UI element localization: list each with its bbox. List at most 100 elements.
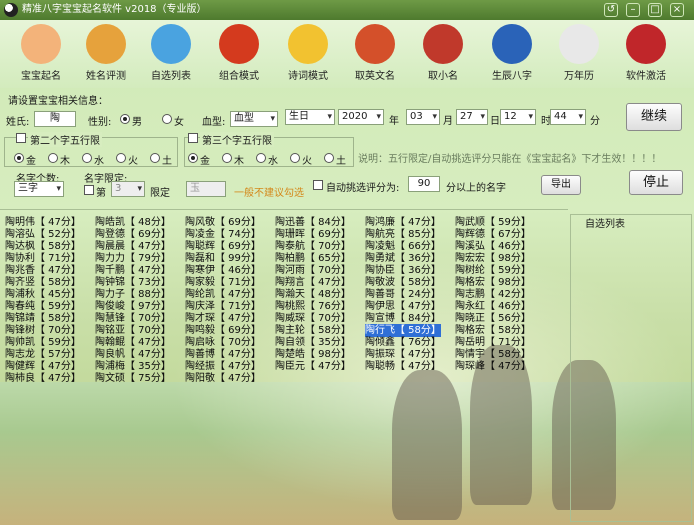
second-char-element-label: 金 [26, 156, 36, 167]
name-result-item[interactable]: 陶琛峰【 47分】 [455, 360, 531, 373]
minute-unit: 分 [590, 116, 600, 127]
app-logo-icon [4, 3, 18, 17]
third-char-element-label: 金 [200, 156, 210, 167]
auto-score-input[interactable]: 90 [408, 176, 440, 192]
day-unit: 日 [490, 116, 500, 127]
name-count-select[interactable]: 三字 [14, 181, 64, 197]
year-unit: 年 [389, 116, 399, 127]
name-result-item[interactable]: 陶聪畅【 47分】 [365, 360, 441, 373]
limit-char-input[interactable]: 玉 [186, 181, 226, 197]
settings-title: 请设置宝宝相关信息： [8, 96, 108, 107]
second-char-element-radio[interactable] [82, 153, 92, 163]
hour-select[interactable]: 12 [500, 109, 536, 125]
limit-pos-select[interactable]: 3 [111, 181, 145, 197]
continue-button[interactable]: 继续 [626, 103, 682, 131]
second-char-element-label: 木 [60, 156, 70, 167]
second-char-element-radio[interactable] [150, 153, 160, 163]
toolbar-label: 取英文名 [355, 71, 395, 82]
title-bar: 精准八字宝宝起名软件 v2018（专业版） ↺ – □ × [0, 0, 694, 20]
second-char-element-label: 水 [94, 156, 104, 167]
second-char-element-radio[interactable] [48, 153, 58, 163]
gender-male-radio[interactable] [120, 114, 130, 124]
second-char-element-title: 第二个字五行限 [28, 132, 102, 147]
auto-score-checkbox[interactable] [313, 180, 323, 190]
minimize-button[interactable]: – [626, 3, 640, 17]
third-char-element-radio[interactable] [324, 153, 334, 163]
month-unit: 月 [443, 116, 453, 127]
limit-suffix: 限定 [150, 188, 170, 199]
maximize-button[interactable]: □ [648, 3, 662, 17]
third-char-element-radio[interactable] [256, 153, 266, 163]
name-result-item[interactable]: 陶文硕【 75分】 [95, 372, 171, 385]
yin-yang-icon [492, 24, 532, 64]
favorites-panel[interactable]: 自选列表 [570, 214, 692, 522]
toolbar-label: 姓名评测 [86, 71, 126, 82]
name-result-item[interactable]: 陶柿良【 47分】 [5, 372, 81, 385]
limit-hint: 一般不建议勾选 [234, 188, 304, 199]
limit-pos-label: 第 [96, 188, 106, 199]
third-char-element-label: 水 [268, 156, 278, 167]
third-char-element-title: 第三个字五行限 [200, 132, 274, 147]
tiger-icon [86, 24, 126, 64]
toolbar-lock-button[interactable]: 软件激活 [613, 24, 679, 82]
toolbar-label: 生辰八字 [492, 71, 532, 82]
toolbar-tiger-button[interactable]: 姓名评测 [73, 24, 139, 82]
book-icon [288, 24, 328, 64]
third-char-element-label: 土 [336, 156, 346, 167]
toolbar-calendar-button[interactable]: 万年历 [546, 24, 612, 82]
note-text: 说明：五行限定/自动挑选评分只能在《宝宝起名》下才生效！！！！ [358, 154, 662, 165]
third-char-element-label: 火 [302, 156, 312, 167]
lock-icon [626, 24, 666, 64]
second-char-element-radio[interactable] [14, 153, 24, 163]
third-char-element-radio[interactable] [290, 153, 300, 163]
toolbar-label: 万年历 [564, 71, 594, 82]
toolbar-label: 软件激活 [626, 71, 666, 82]
auto-score-label: 自动挑选评分为: [326, 183, 400, 194]
background-child-figure [392, 370, 462, 520]
help-button[interactable]: ↺ [604, 3, 618, 17]
gender-female-label: 女 [174, 117, 184, 128]
limit-checkbox[interactable] [84, 185, 94, 195]
month-select[interactable]: 03 [406, 109, 440, 125]
date-type-select[interactable]: 生日 [285, 109, 335, 125]
results-divider [0, 209, 568, 210]
toolbar-label: 取小名 [428, 71, 458, 82]
close-button[interactable]: × [670, 3, 684, 17]
surname-input[interactable]: 陶 [34, 111, 76, 127]
second-char-element-checkbox[interactable] [16, 133, 26, 143]
name-result-item[interactable]: 陶臣元【 47分】 [275, 360, 351, 373]
toolbar-yin-yang-button[interactable]: 生辰八字 [479, 24, 545, 82]
export-button[interactable]: 导出 [541, 175, 581, 195]
results-list: 陶明伟【 47分】 陶皓凯【 48分】 陶风敬【 69分】 陶迅善【 84分】 陶鸿廉【… [3, 216, 568, 385]
name-result-item[interactable]: 陶阳敬【 47分】 [185, 372, 261, 385]
gender-male-label: 男 [132, 117, 142, 128]
favorites-label: 自选列表 [585, 219, 625, 230]
toolbar-book-button[interactable]: 诗词模式 [275, 24, 341, 82]
toolbar-label: 自选列表 [151, 71, 191, 82]
blood-select[interactable]: 血型 [230, 111, 278, 127]
minute-select[interactable]: 44 [550, 109, 586, 125]
blood-label: 血型: [202, 117, 226, 128]
toolbar-bird-button[interactable]: 自选列表 [138, 24, 204, 82]
lantern-icon [219, 24, 259, 64]
window-title: 精准八字宝宝起名软件 v2018（专业版） [22, 4, 207, 15]
calendar-icon [559, 24, 599, 64]
gender-female-radio[interactable] [162, 114, 172, 124]
third-char-element-checkbox[interactable] [188, 133, 198, 143]
mask-icon [355, 24, 395, 64]
day-select[interactable]: 27 [456, 109, 488, 125]
toolbar-mask-button[interactable]: 取英文名 [342, 24, 408, 82]
third-char-element-label: 木 [234, 156, 244, 167]
stop-button[interactable]: 停止 [629, 170, 683, 195]
auto-score-suffix: 分以上的名字 [446, 183, 506, 194]
toolbar-label: 宝宝起名 [21, 71, 61, 82]
toolbar-monkey-button[interactable]: 取小名 [410, 24, 476, 82]
toolbar-baby-face-button[interactable]: 宝宝起名 [8, 24, 74, 82]
second-char-element-label: 火 [128, 156, 138, 167]
toolbar-lantern-button[interactable]: 组合模式 [206, 24, 272, 82]
third-char-element-radio[interactable] [222, 153, 232, 163]
third-char-element-radio[interactable] [188, 153, 198, 163]
year-select[interactable]: 2020 [338, 109, 384, 125]
toolbar-label: 组合模式 [219, 71, 259, 82]
second-char-element-radio[interactable] [116, 153, 126, 163]
